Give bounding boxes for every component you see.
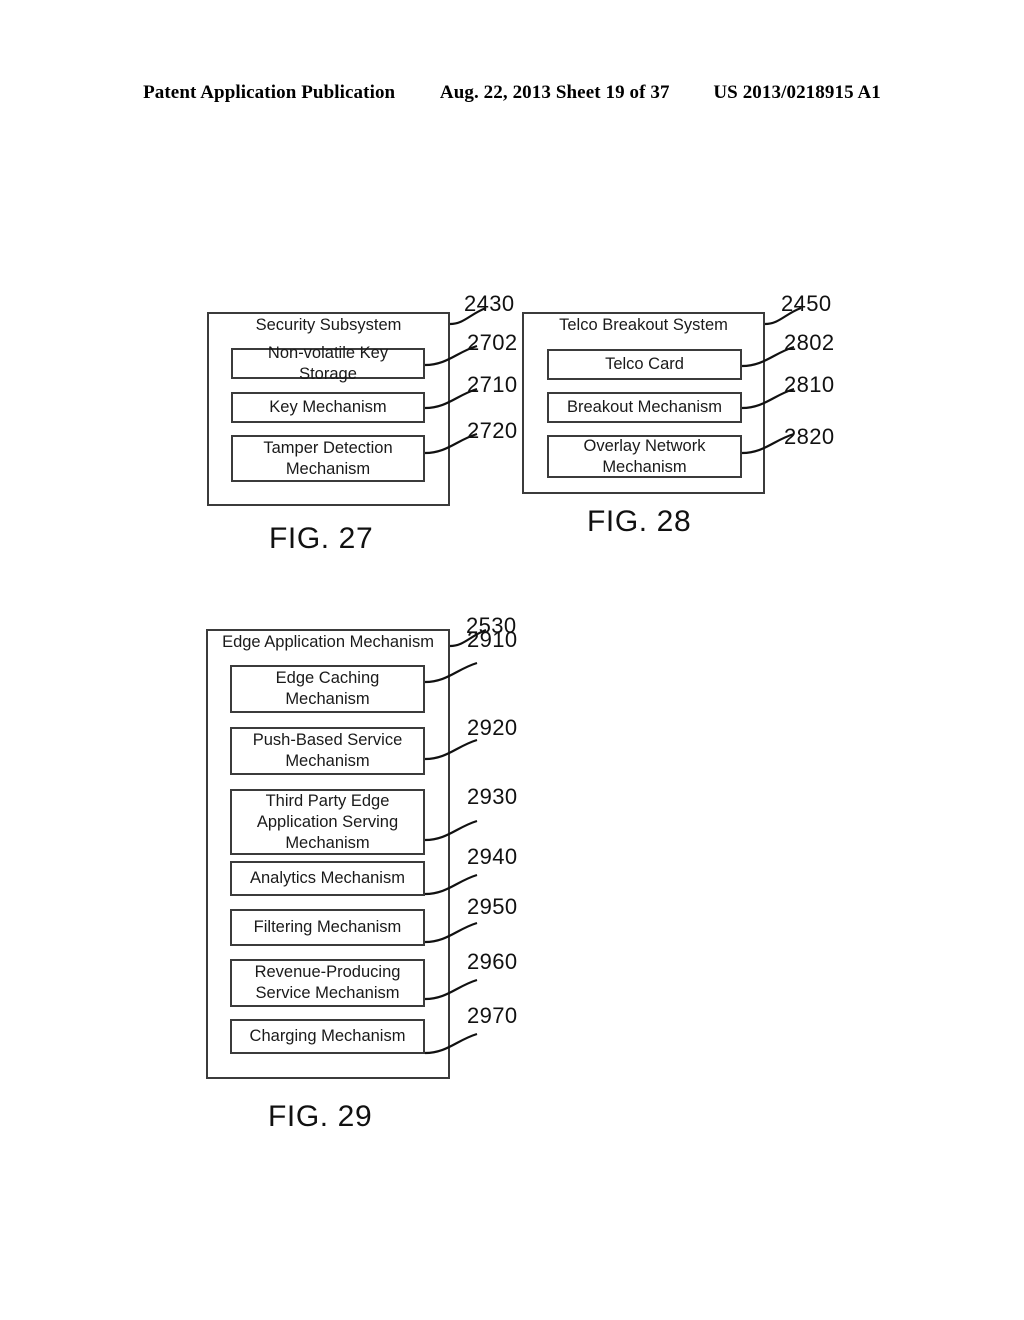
figure-28-block-1-label: Breakout Mechanism <box>567 398 722 416</box>
figure-29-ref-5: 2960 <box>467 949 518 974</box>
figure-28-ref-1: 2810 <box>784 372 835 397</box>
figure-28-block-0[interactable]: Telco Card <box>547 349 742 380</box>
figure-29-ref-1: 2920 <box>467 715 518 740</box>
figure-29-block-3[interactable]: Analytics Mechanism <box>230 861 425 896</box>
figure-29-block-0-label: Edge Caching Mechanism <box>275 669 380 708</box>
figure-29-block-4-label: Filtering Mechanism <box>253 918 402 936</box>
figure-29-ref-3: 2940 <box>467 844 518 869</box>
figure-28-block-1[interactable]: Breakout Mechanism <box>547 392 742 423</box>
figure-29-block-0[interactable]: Edge Caching Mechanism <box>230 665 425 713</box>
figure-29-block-2-label: Third Party Edge Application Serving Mec… <box>256 791 399 852</box>
figure-29-block-5[interactable]: Revenue-Producing Service Mechanism <box>230 959 425 1007</box>
figure-29-block-6[interactable]: Charging Mechanism <box>230 1019 425 1054</box>
figure-28-ref-2: 2820 <box>784 424 835 449</box>
figure-29-ref-2: 2930 <box>467 784 518 809</box>
figure-27-ref-1: 2710 <box>467 372 518 397</box>
figure-27-caption: FIG. 27 <box>269 522 374 555</box>
figure-27-block-2[interactable]: Tamper Detection Mechanism <box>231 435 425 482</box>
figure-29-ref-4: 2950 <box>467 894 518 919</box>
figure-29-block-1[interactable]: Push-Based Service Mechanism <box>230 727 425 775</box>
figure-29-block-6-label: Charging Mechanism <box>249 1027 406 1045</box>
figure-29-block-2[interactable]: Third Party Edge Application Serving Mec… <box>230 789 425 855</box>
figure-28-container-title: Telco Breakout System <box>559 316 728 334</box>
figure-27-block-2-label: Tamper Detection Mechanism <box>263 438 393 478</box>
figure-29-block-5-label: Revenue-Producing Service Mechanism <box>254 963 401 1002</box>
figure-29-block-4[interactable]: Filtering Mechanism <box>230 909 425 946</box>
figure-28-block-2[interactable]: Overlay Network Mechanism <box>547 435 742 478</box>
header-patent-number-label: US 2013/0218915 A1 <box>713 82 881 103</box>
figure-27-block-0[interactable]: Non-volatile Key Storage <box>231 344 425 383</box>
figure-27-ref-2: 2720 <box>467 418 518 443</box>
figure-27-block-0-label: Non-volatile Key Storage <box>267 343 389 383</box>
figure-29-block-1-label: Push-Based Service Mechanism <box>252 731 403 770</box>
figure-28-ref-0: 2802 <box>784 330 835 355</box>
figure-29-caption: FIG. 29 <box>268 1100 373 1133</box>
figure-27-ref-0: 2702 <box>467 330 518 355</box>
page-header: Patent Application Publication Aug. 22, … <box>0 82 1024 104</box>
figure-29-ref-0: 2910 <box>467 627 518 652</box>
figure-27-ref-container: 2430 <box>464 291 515 316</box>
figure-27-block-1-label: Key Mechanism <box>269 398 387 416</box>
figure-28-block-0-label: Telco Card <box>605 355 684 373</box>
figure-27-block-1[interactable]: Key Mechanism <box>231 392 425 423</box>
figure-27-container-title: Security Subsystem <box>255 316 402 334</box>
figure-29-ref-6: 2970 <box>467 1003 518 1028</box>
header-publication-label: Patent Application Publication <box>143 82 396 103</box>
figure-29-block-3-label: Analytics Mechanism <box>250 869 405 887</box>
figure-28-caption: FIG. 28 <box>587 505 692 538</box>
figure-29-container-title: Edge Application Mechanism <box>222 633 434 651</box>
figure-28-ref-container: 2450 <box>781 291 832 316</box>
header-date-sheet-label: Aug. 22, 2013 Sheet 19 of 37 <box>439 82 670 103</box>
figure-28-block-2-label: Overlay Network Mechanism <box>583 436 706 476</box>
